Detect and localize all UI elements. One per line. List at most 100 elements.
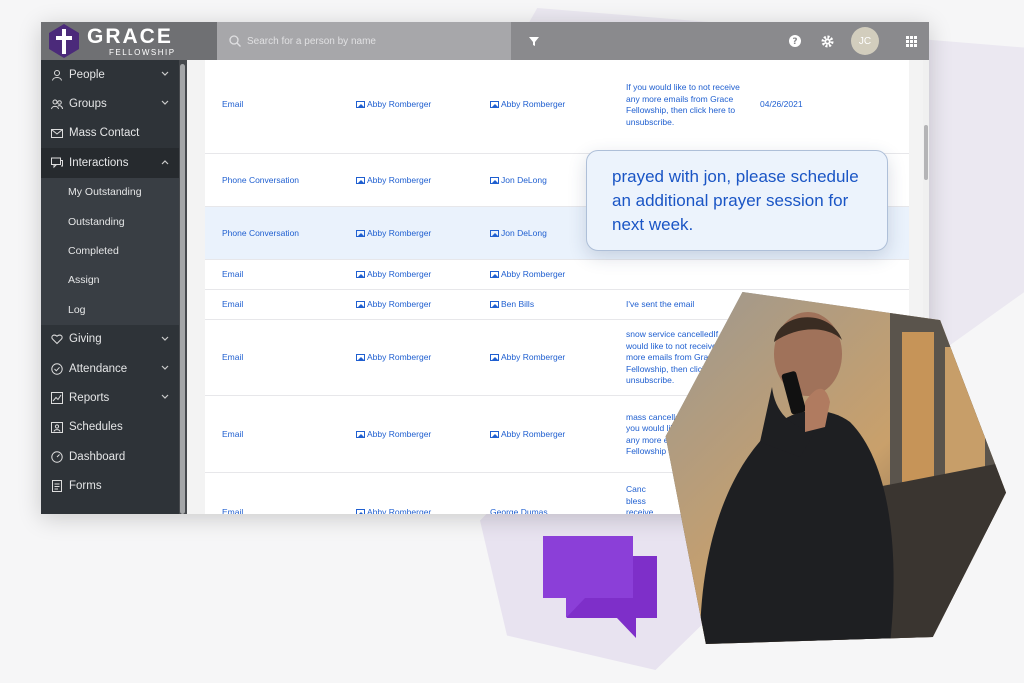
interaction-note[interactable]: If you would like to not receive any mor… xyxy=(626,82,751,128)
image-icon xyxy=(356,101,365,108)
image-icon xyxy=(356,176,365,184)
interaction-type[interactable]: Email xyxy=(222,269,243,281)
sidebar-item-people[interactable]: People xyxy=(41,60,179,89)
image-icon xyxy=(356,509,365,514)
interaction-from[interactable]: Abby Romberger xyxy=(356,507,431,514)
sidebar-scrollbar[interactable] xyxy=(179,60,187,514)
interaction-to[interactable]: Jon DeLong xyxy=(490,175,547,187)
interaction-from[interactable]: Abby Romberger xyxy=(356,175,431,187)
apps-grid-icon[interactable] xyxy=(903,33,919,49)
sidebar-item-giving[interactable]: Giving xyxy=(41,325,179,354)
sidebar-item-label: Groups xyxy=(69,98,107,111)
group-icon xyxy=(51,99,63,110)
interaction-type-text: Email xyxy=(222,299,244,309)
sidebar-item-label: Forms xyxy=(69,480,102,493)
prayer-note-text: prayed with jon, please schedule an addi… xyxy=(612,167,859,234)
interaction-from[interactable]: Abby Romberger xyxy=(356,429,431,441)
interaction-date[interactable]: 04/26/2021 xyxy=(760,99,803,111)
sidebar-subitem-my-outstanding[interactable]: My Outstanding xyxy=(41,177,179,207)
interaction-to[interactable]: Ben Bills xyxy=(490,299,534,311)
person-icon xyxy=(52,69,62,81)
interaction-type[interactable]: Email xyxy=(222,99,243,111)
interaction-to-text: Jon DeLong xyxy=(501,174,547,185)
interaction-from-text: Abby Romberger xyxy=(367,227,432,238)
chevron-down-icon xyxy=(161,394,169,400)
calendar-person-icon xyxy=(51,422,63,434)
cross-logo-icon xyxy=(49,24,79,58)
avatar[interactable]: JC xyxy=(851,27,879,55)
sidebar-item-groups[interactable]: Groups xyxy=(41,89,179,118)
gear-icon[interactable] xyxy=(819,33,835,49)
interaction-from[interactable]: Abby Romberger xyxy=(356,99,431,111)
sidebar-subitem-assign[interactable]: Assign xyxy=(41,265,179,296)
interaction-type-text: Email xyxy=(222,428,244,439)
sidebar-item-label: Interactions xyxy=(69,156,129,169)
sidebar-subitem-log[interactable]: Log xyxy=(41,295,179,325)
sidebar-item-label: Reports xyxy=(69,391,110,404)
sidebar-item-forms[interactable]: Forms xyxy=(41,471,179,500)
interaction-type[interactable]: Email xyxy=(222,429,243,441)
chart-icon xyxy=(51,391,63,404)
svg-text:?: ? xyxy=(792,37,797,47)
interaction-to[interactable]: Jon DeLong xyxy=(490,228,547,240)
image-icon xyxy=(356,301,365,308)
sidebar-item-attendance[interactable]: Attendance xyxy=(41,354,179,383)
sidebar-item-label: Mass Contact xyxy=(69,127,140,140)
table-row[interactable]: Email Abby Romberger Abby Romberger xyxy=(205,260,909,290)
interaction-note[interactable]: I've sent the email xyxy=(626,299,751,311)
chevron-down-icon xyxy=(161,336,169,341)
image-icon xyxy=(356,229,365,237)
interaction-type-text: Email xyxy=(222,507,244,514)
interaction-type[interactable]: Email xyxy=(222,299,243,311)
chevron-down-icon xyxy=(161,365,169,370)
help-icon[interactable]: ? xyxy=(787,33,803,49)
interaction-to-text: Abby Romberger xyxy=(501,428,566,439)
sidebar-subitem-completed[interactable]: Completed xyxy=(41,236,179,266)
interaction-type-text: Email xyxy=(222,269,244,279)
sidebar-subitem-outstanding[interactable]: Outstanding xyxy=(41,206,179,237)
interaction-to-text: Jon DeLong xyxy=(501,227,547,238)
sidebar-item-mass-contact[interactable]: Mass Contact xyxy=(41,119,179,148)
interaction-note-text: Canc bless receive Grace Fe here to u xyxy=(626,484,654,514)
chevron-down-icon xyxy=(161,71,169,76)
sidebar-scrollbar-thumb[interactable] xyxy=(180,64,185,514)
sidebar-item-label: People xyxy=(69,68,105,81)
interaction-from-text: Abby Romberger xyxy=(367,99,432,109)
interaction-from[interactable]: Abby Romberger xyxy=(356,269,431,281)
interaction-to-text: George Dumas xyxy=(490,507,548,514)
envelope-icon xyxy=(51,129,63,139)
sidebar-item-label: Dashboard xyxy=(69,450,126,463)
interaction-type[interactable]: Email xyxy=(222,507,243,514)
image-icon xyxy=(356,354,365,361)
sidebar-item-reports[interactable]: Reports xyxy=(41,383,179,412)
check-circle-icon xyxy=(51,362,63,375)
interaction-to[interactable]: Abby Romberger xyxy=(490,429,565,441)
sidebar-item-dashboard[interactable]: Dashboard xyxy=(41,442,179,471)
interaction-to[interactable]: George Dumas xyxy=(490,507,548,514)
interaction-type[interactable]: Phone Conversation xyxy=(222,228,299,240)
interaction-type-text: Email xyxy=(222,352,244,362)
logo[interactable]: GRACE FELLOWSHIP xyxy=(41,22,217,60)
interaction-from[interactable]: Abby Romberger xyxy=(356,299,431,311)
table-row[interactable]: Email Abby Romberger Abby Romberger If you … xyxy=(205,60,909,154)
interaction-note-text: If you would like to not receive any mor… xyxy=(626,82,740,127)
interaction-type[interactable]: Email xyxy=(222,352,243,364)
search-input[interactable]: Search for a person by name xyxy=(217,22,511,60)
interaction-to[interactable]: Abby Romberger xyxy=(490,99,565,111)
sidebar-item-interactions[interactable]: Interactions xyxy=(41,148,179,178)
interaction-to[interactable]: Abby Romberger xyxy=(490,269,565,281)
filter-icon[interactable] xyxy=(527,34,541,48)
brand-subtitle: FELLOWSHIP xyxy=(109,47,176,57)
brand-name: GRACE xyxy=(87,24,173,48)
content-scrollbar-thumb[interactable] xyxy=(924,125,928,180)
sidebar-item-label: Giving xyxy=(69,333,102,346)
avatar-initials: JC xyxy=(858,35,872,47)
interaction-from-text: Abby Romberger xyxy=(367,507,432,514)
interaction-to-text: Abby Romberger xyxy=(501,269,566,279)
interaction-from[interactable]: Abby Romberger xyxy=(356,228,431,240)
sidebar-item-schedules[interactable]: Schedules xyxy=(41,413,179,442)
interaction-to[interactable]: Abby Romberger xyxy=(490,352,565,364)
interaction-from[interactable]: Abby Romberger xyxy=(356,352,431,364)
document-icon xyxy=(52,480,62,493)
interaction-type[interactable]: Phone Conversation xyxy=(222,175,299,187)
